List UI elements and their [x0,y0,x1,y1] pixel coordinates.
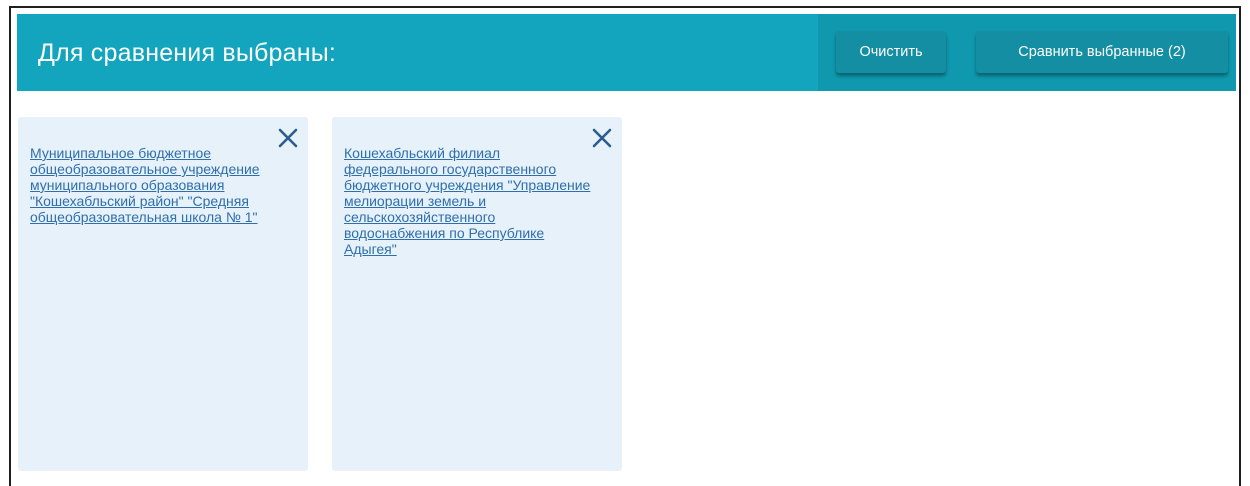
comparison-panel: Для сравнения выбраны: Очистить Сравнить… [9,6,1241,486]
card-organization-link[interactable]: Кошехабльский филиал федерального госуда… [344,145,592,257]
header-actions: Очистить Сравнить выбранные (2) [818,14,1236,91]
compare-selected-button[interactable]: Сравнить выбранные (2) [976,31,1228,73]
card-organization-link[interactable]: Муниципальное бюджетное общеобразователь… [30,145,278,225]
clear-button[interactable]: Очистить [836,31,946,73]
comparison-card: Кошехабльский филиал федерального госуда… [332,117,622,471]
comparison-header: Для сравнения выбраны: Очистить Сравнить… [17,14,1236,91]
comparison-card: Муниципальное бюджетное общеобразователь… [18,117,308,471]
close-icon[interactable] [591,127,613,149]
close-icon[interactable] [277,127,299,149]
header-title: Для сравнения выбраны: [38,39,337,67]
